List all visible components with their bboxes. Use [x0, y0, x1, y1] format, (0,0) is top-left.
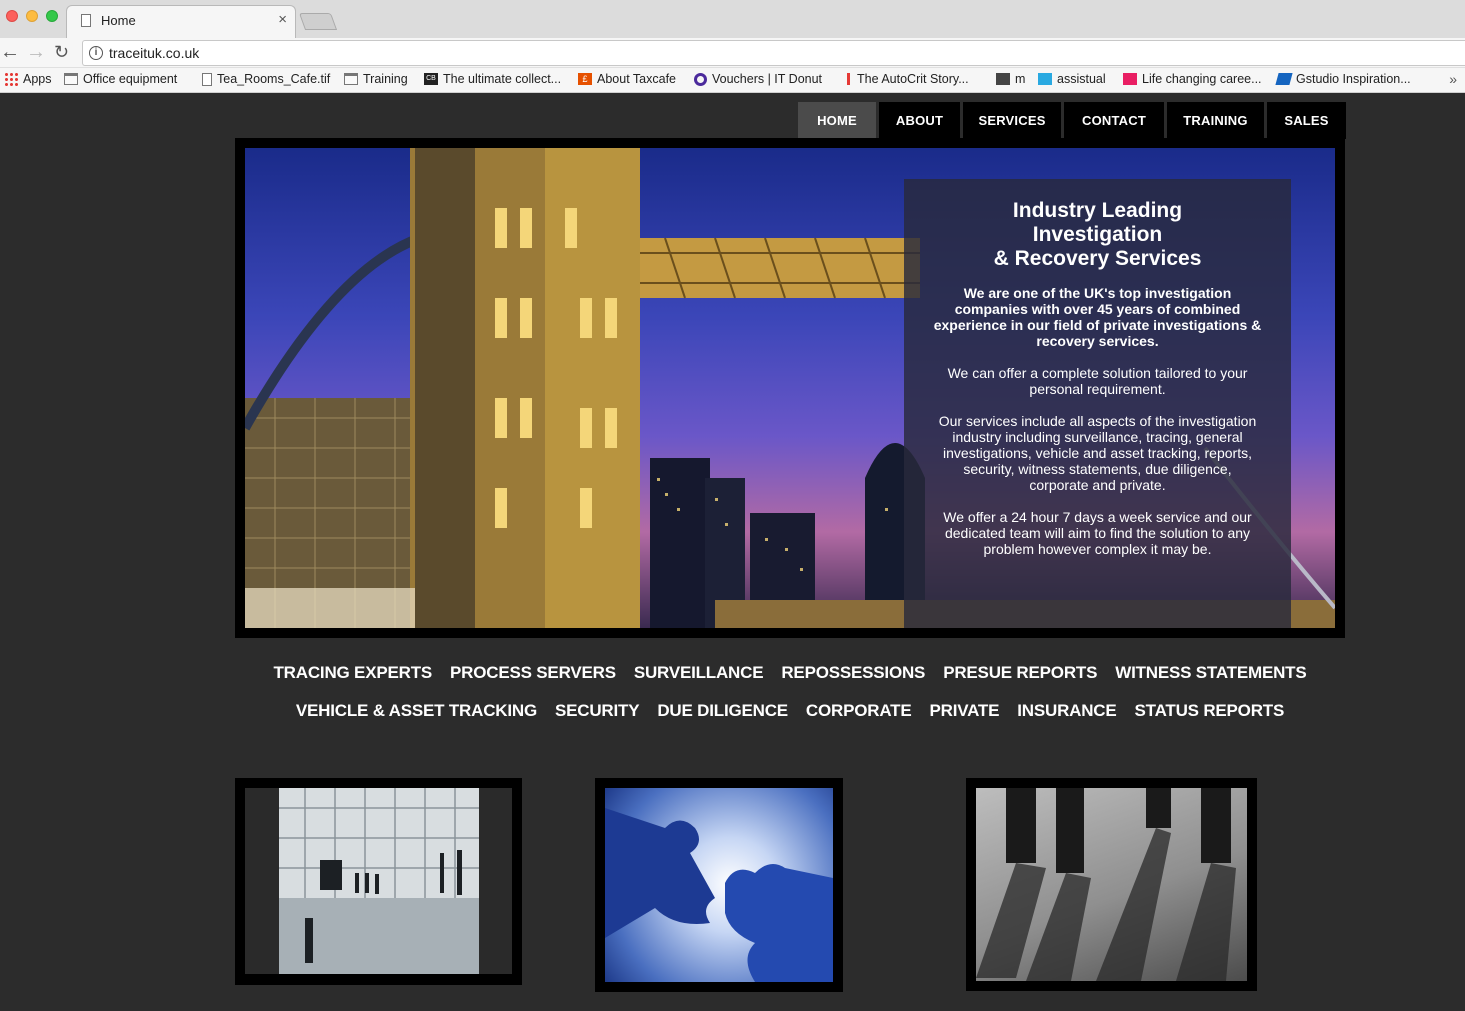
thumbnail-puzzle[interactable]: [605, 788, 833, 982]
thumbnail-airport[interactable]: [245, 788, 512, 974]
services-row-1: TRACING EXPERTS PROCESS SERVERS SURVEILL…: [235, 654, 1345, 692]
bookmark-assistual[interactable]: assistual: [1038, 72, 1106, 86]
itdonut-favicon-icon: [694, 72, 707, 86]
nav-sales[interactable]: SALES: [1264, 102, 1346, 139]
bookmark-label: m: [1015, 72, 1026, 86]
main-navigation: HOME ABOUT SERVICES CONTACT TRAINING SAL…: [798, 102, 1346, 139]
nav-home[interactable]: HOME: [798, 102, 876, 139]
life-favicon-icon: [1123, 73, 1137, 85]
bookmark-gstudio[interactable]: Gstudio Inspiration...: [1275, 72, 1411, 86]
bookmark-life-changing[interactable]: Life changing caree...: [1123, 72, 1262, 86]
bookmark-m[interactable]: m: [996, 72, 1025, 86]
apps-grid-icon: [4, 72, 18, 86]
hero-title: Industry Leading Investigation & Recover…: [932, 199, 1263, 271]
close-window-button[interactable]: [6, 10, 18, 22]
bookmark-it-donut[interactable]: Vouchers | IT Donut: [694, 72, 822, 86]
back-arrow-icon[interactable]: ←: [0, 40, 20, 64]
nav-about[interactable]: ABOUT: [876, 102, 960, 139]
new-tab-button[interactable]: [298, 13, 338, 30]
bookmark-ultimate-collection[interactable]: CB The ultimate collect...: [424, 72, 561, 86]
nav-services[interactable]: SERVICES: [960, 102, 1061, 139]
hero-services-paragraph: Our services include all aspects of the …: [938, 413, 1257, 493]
browser-toolbar: ← → ↻ i traceituk.co.uk: [0, 38, 1465, 68]
autocrit-favicon-icon: [844, 73, 852, 85]
gstudio-favicon-icon: [1275, 73, 1293, 85]
bookmark-label: Office equipment: [83, 72, 178, 86]
hero-frame: Industry Leading Investigation & Recover…: [235, 138, 1345, 638]
service-security[interactable]: SECURITY: [555, 701, 640, 721]
service-process-servers[interactable]: PROCESS SERVERS: [450, 663, 616, 683]
bookmark-label: assistual: [1057, 72, 1106, 86]
url-text[interactable]: traceituk.co.uk: [109, 45, 199, 61]
hero-title-line: & Recovery Services: [993, 247, 1202, 270]
service-surveillance[interactable]: SURVEILLANCE: [634, 663, 764, 683]
service-vehicle-asset-tracking[interactable]: VEHICLE & ASSET TRACKING: [296, 701, 537, 721]
nav-training[interactable]: TRAINING: [1164, 102, 1264, 139]
info-icon[interactable]: i: [89, 46, 103, 60]
browser-tabstrip: Home ×: [0, 0, 1465, 38]
service-witness-statements[interactable]: WITNESS STATEMENTS: [1115, 663, 1306, 683]
cb-favicon-icon: CB: [424, 73, 438, 85]
bookmark-office-equipment[interactable]: Office equipment: [64, 72, 177, 86]
box-favicon-icon: [996, 73, 1010, 85]
bookmark-label: Training: [363, 72, 408, 86]
bookmark-label: Life changing caree...: [1142, 72, 1262, 86]
bookmark-training[interactable]: Training: [344, 72, 408, 86]
bookmark-label: Tea_Rooms_Cafe.tif: [217, 72, 331, 86]
walking-shadows-image: [976, 788, 1236, 981]
browser-tab-home[interactable]: Home ×: [66, 5, 296, 38]
hero-title-line: Investigation: [1032, 223, 1163, 246]
bookmark-apps[interactable]: Apps: [4, 72, 52, 86]
bookmark-tea-rooms[interactable]: Tea_Rooms_Cafe.tif: [202, 72, 330, 86]
service-repossessions[interactable]: REPOSSESSIONS: [781, 663, 925, 683]
tab-title: Home: [101, 13, 136, 28]
puzzle-pieces-image: [605, 808, 833, 982]
hero-availability-paragraph: We offer a 24 hour 7 days a week service…: [943, 509, 1252, 557]
page-content: HOME ABOUT SERVICES CONTACT TRAINING SAL…: [0, 94, 1465, 1011]
minimize-window-button[interactable]: [26, 10, 38, 22]
taxcafe-favicon-icon: £: [578, 73, 592, 85]
bookmark-autocrit[interactable]: The AutoCrit Story...: [844, 72, 969, 86]
service-insurance[interactable]: INSURANCE: [1017, 701, 1116, 721]
bookmark-label: Apps: [23, 72, 52, 86]
folder-icon: [344, 73, 358, 85]
page-icon: [81, 14, 91, 27]
zoom-window-button[interactable]: [46, 10, 58, 22]
airport-terminal-image: [279, 788, 479, 974]
service-presue-reports[interactable]: PRESUE REPORTS: [943, 663, 1097, 683]
service-due-diligence[interactable]: DUE DILIGENCE: [657, 701, 788, 721]
thumbnail-frame-3: [966, 778, 1257, 991]
service-tracing-experts[interactable]: TRACING EXPERTS: [274, 663, 433, 683]
folder-icon: [64, 73, 78, 85]
services-row-2: VEHICLE & ASSET TRACKING SECURITY DUE DI…: [235, 692, 1345, 730]
more-bookmarks-icon[interactable]: »: [1449, 71, 1457, 87]
hero-title-line: Industry Leading: [1012, 199, 1183, 222]
reload-icon[interactable]: ↻: [54, 40, 69, 64]
hero-solution-paragraph: We can offer a complete solution tailore…: [947, 365, 1248, 397]
bookmark-label: The AutoCrit Story...: [857, 72, 969, 86]
bookmark-label: About Taxcafe: [597, 72, 676, 86]
services-keyword-list: TRACING EXPERTS PROCESS SERVERS SURVEILL…: [235, 654, 1345, 730]
bookmark-label: Gstudio Inspiration...: [1296, 72, 1411, 86]
address-bar[interactable]: i traceituk.co.uk: [82, 40, 1465, 66]
thumbnail-frame-2: [595, 778, 843, 992]
close-tab-icon[interactable]: ×: [278, 11, 287, 28]
hero-text-panel: Industry Leading Investigation & Recover…: [904, 179, 1291, 628]
bookmark-label: Vouchers | IT Donut: [712, 72, 823, 86]
bookmark-taxcafe[interactable]: £ About Taxcafe: [578, 72, 676, 86]
bookmarks-bar: Apps Office equipment Tea_Rooms_Cafe.tif…: [0, 68, 1465, 93]
bookmark-label: The ultimate collect...: [443, 72, 562, 86]
document-icon: [202, 72, 212, 86]
hero-intro-paragraph: We are one of the UK's top investigation…: [933, 285, 1262, 349]
service-private[interactable]: PRIVATE: [929, 701, 999, 721]
service-status-reports[interactable]: STATUS REPORTS: [1135, 701, 1285, 721]
service-corporate[interactable]: CORPORATE: [806, 701, 912, 721]
thumbnail-walking-shadows[interactable]: [976, 788, 1247, 981]
nav-contact[interactable]: CONTACT: [1061, 102, 1164, 139]
forward-arrow-icon[interactable]: →: [26, 40, 46, 64]
thumbnail-frame-1: [235, 778, 522, 985]
assistual-favicon-icon: [1038, 73, 1052, 85]
hero-banner: Industry Leading Investigation & Recover…: [245, 148, 1335, 628]
